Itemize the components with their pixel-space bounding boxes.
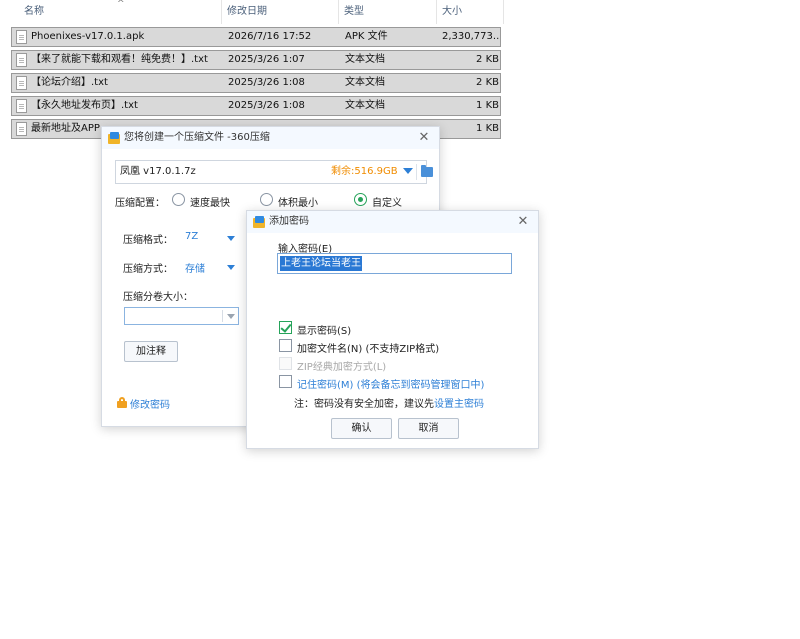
file-icon (16, 30, 27, 44)
file-size: 2 KB (476, 54, 499, 65)
archive-name-value: 凤凰 v17.0.1.7z (120, 166, 196, 177)
free-space-text: 剩余:516.9GB (331, 166, 398, 177)
lock-icon (117, 397, 127, 408)
file-date: 2025/3/26 1:08 (228, 77, 305, 88)
file-size: 1 KB (476, 123, 499, 134)
remember-password-label[interactable]: 记住密码(M) (将会备忘到密码管理窗口中) (297, 376, 484, 391)
set-master-password-link[interactable]: 设置主密码 (434, 395, 484, 410)
file-row[interactable]: 【永久地址发布页】.txt 2025/3/26 1:08 文本文档 1 KB (11, 96, 501, 116)
column-header-date[interactable]: 修改日期 (221, 0, 337, 24)
chevron-down-icon[interactable] (227, 265, 235, 270)
method-label: 压缩方式： (123, 264, 173, 275)
method-select[interactable]: 存储 (185, 260, 205, 275)
archive-app-icon (108, 132, 120, 144)
archive-name-field[interactable]: 凤凰 v17.0.1.7z 剩余:516.9GB (115, 160, 433, 184)
file-row[interactable]: Phoenixes-v17.0.1.apk 2026/7/16 17:52 AP… (11, 27, 501, 47)
radio-custom[interactable] (354, 193, 367, 206)
radio-size-smallest[interactable] (260, 193, 273, 206)
file-name: 【来了就能下载和观看！纯免费！】.txt (31, 54, 208, 65)
password-value: 上老王论坛当老王 (280, 256, 362, 271)
volume-size-combobox[interactable] (124, 307, 239, 325)
file-type: 文本文档 (345, 100, 385, 111)
format-select[interactable]: 7Z (185, 231, 198, 242)
option-speed-fastest-label[interactable]: 速度最快 (190, 194, 230, 209)
file-date: 2025/3/26 1:08 (228, 100, 305, 111)
column-header-size[interactable]: 大小 (436, 0, 502, 24)
file-list: ^ 名称 修改日期 类型 大小 Phoenixes-v17.0.1.apk 20… (0, 0, 800, 140)
text-file-icon (16, 76, 27, 90)
column-header-type[interactable]: 类型 (338, 0, 434, 24)
option-size-smallest-label[interactable]: 体积最小 (278, 194, 318, 209)
file-name: Phoenixes-v17.0.1.apk (31, 31, 145, 42)
add-comment-button[interactable]: 加注释 (124, 341, 178, 362)
show-password-checkbox[interactable] (279, 321, 292, 334)
file-name: 【论坛介绍】.txt (31, 77, 108, 88)
chevron-down-icon[interactable] (403, 168, 413, 174)
add-password-dialog: 添加密码 ✕ 输入密码(E) 上老王论坛当老王 显示密码(S) 加密文件名(N)… (246, 210, 539, 449)
encrypt-filenames-checkbox[interactable] (279, 339, 292, 352)
radio-speed-fastest[interactable] (172, 193, 185, 206)
zip-classic-encryption-label: ZIP经典加密方式(L) (297, 362, 387, 373)
close-icon[interactable]: ✕ (417, 127, 431, 149)
security-note: 注：密码没有安全加密，建议先 (294, 399, 434, 410)
remember-password-checkbox[interactable] (279, 375, 292, 388)
volume-size-label: 压缩分卷大小： (123, 292, 193, 303)
show-password-label[interactable]: 显示密码(S) (297, 322, 351, 337)
folder-icon[interactable] (421, 165, 433, 177)
change-password-link[interactable]: 修改密码 (130, 396, 170, 411)
compress-dialog-titlebar[interactable]: 您将创建一个压缩文件 -360压缩 ✕ (102, 127, 439, 149)
cancel-button[interactable]: 取消 (398, 418, 459, 439)
column-header-row: ^ 名称 修改日期 类型 大小 (0, 0, 505, 24)
file-type: APK 文件 (345, 31, 388, 42)
file-row[interactable]: 【论坛介绍】.txt 2025/3/26 1:08 文本文档 2 KB (11, 73, 501, 93)
file-row[interactable]: 【来了就能下载和观看！纯免费！】.txt 2025/3/26 1:07 文本文档… (11, 50, 501, 70)
column-divider[interactable] (503, 0, 504, 24)
text-file-icon (16, 53, 27, 67)
compress-dialog-title: 您将创建一个压缩文件 -360压缩 (124, 132, 270, 143)
format-label: 压缩格式： (123, 235, 173, 246)
file-size: 1 KB (476, 100, 499, 111)
chevron-down-icon[interactable] (227, 314, 235, 319)
field-divider (416, 164, 417, 180)
zip-classic-encryption-checkbox (279, 357, 292, 370)
confirm-button[interactable]: 确认 (331, 418, 392, 439)
file-type: 文本文档 (345, 77, 385, 88)
password-input[interactable]: 上老王论坛当老王 (277, 253, 512, 274)
password-dialog-titlebar[interactable]: 添加密码 ✕ (247, 211, 538, 233)
column-header-name[interactable]: 名称 (18, 0, 218, 24)
chevron-down-icon[interactable] (227, 236, 235, 241)
text-file-icon (16, 122, 27, 136)
option-custom-label[interactable]: 自定义 (372, 194, 402, 209)
file-size: 2,330,773... (442, 31, 499, 42)
file-type: 文本文档 (345, 54, 385, 65)
close-icon[interactable]: ✕ (516, 211, 530, 233)
text-file-icon (16, 99, 27, 113)
archive-app-icon (253, 216, 265, 228)
combobox-divider (222, 310, 223, 322)
file-date: 2026/7/16 17:52 (228, 31, 312, 42)
file-date: 2025/3/26 1:07 (228, 54, 305, 65)
file-name: 【永久地址发布页】.txt (31, 100, 138, 111)
compress-config-label: 压缩配置： (115, 198, 165, 209)
encrypt-filenames-label[interactable]: 加密文件名(N) (不支持ZIP格式) (297, 340, 439, 355)
file-size: 2 KB (476, 77, 499, 88)
password-dialog-title: 添加密码 (269, 216, 309, 227)
